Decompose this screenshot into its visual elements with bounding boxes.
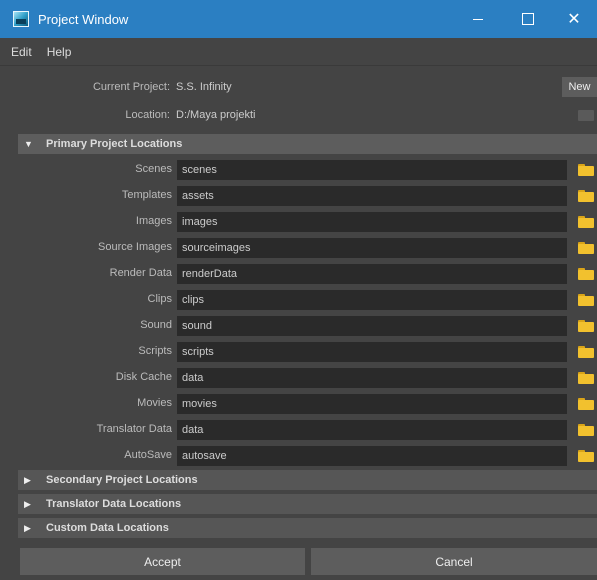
location-row: Translator Data bbox=[0, 420, 597, 440]
collapsed-arrow-icon: ▶ bbox=[24, 474, 31, 485]
folder-icon[interactable] bbox=[578, 242, 594, 254]
location-row: Source Images bbox=[0, 238, 597, 258]
folder-body bbox=[578, 322, 594, 332]
location-row: Sound bbox=[0, 316, 597, 336]
folder-body bbox=[578, 348, 594, 358]
menu-bar: Edit Help bbox=[0, 38, 597, 66]
location-row: Disk Cache bbox=[0, 368, 597, 388]
location-label: Images bbox=[135, 215, 172, 227]
section-custom-locations[interactable]: ▶ Custom Data Locations bbox=[18, 518, 597, 538]
location-label: AutoSave bbox=[124, 449, 172, 461]
section-primary-locations[interactable]: ▼ Primary Project Locations bbox=[18, 134, 597, 154]
folder-icon[interactable] bbox=[578, 372, 594, 384]
location-row: Render Data bbox=[0, 264, 597, 284]
folder-body bbox=[578, 400, 594, 410]
folder-icon[interactable] bbox=[578, 320, 594, 332]
location-input[interactable] bbox=[177, 238, 567, 258]
location-row: AutoSave bbox=[0, 446, 597, 466]
location-row: Images bbox=[0, 212, 597, 232]
location-label: Source Images bbox=[98, 241, 172, 253]
location-label: Scripts bbox=[138, 345, 172, 357]
folder-icon[interactable] bbox=[578, 268, 594, 280]
folder-body bbox=[578, 296, 594, 306]
current-project-label: Current Project: bbox=[92, 81, 170, 93]
new-project-button[interactable]: New bbox=[562, 77, 597, 97]
window-title: Project Window bbox=[38, 11, 129, 27]
maximize-icon bbox=[522, 13, 534, 25]
location-input[interactable] bbox=[177, 186, 567, 206]
close-button[interactable]: ✕ bbox=[551, 0, 597, 38]
folder-body bbox=[578, 218, 594, 228]
folder-body bbox=[578, 166, 594, 176]
folder-icon[interactable] bbox=[578, 294, 594, 306]
location-input[interactable] bbox=[177, 160, 567, 180]
folder-body bbox=[578, 426, 594, 436]
location-label: Clips bbox=[147, 293, 172, 305]
location-input[interactable] bbox=[177, 290, 567, 310]
location-label: Disk Cache bbox=[115, 371, 172, 383]
minimize-icon bbox=[473, 18, 483, 20]
title-bar: Project Window ✕ bbox=[0, 0, 597, 38]
accept-button[interactable]: Accept bbox=[20, 548, 305, 575]
menu-edit[interactable]: Edit bbox=[7, 45, 36, 59]
cancel-button[interactable]: Cancel bbox=[311, 548, 597, 575]
folder-body bbox=[578, 244, 594, 254]
close-icon: ✕ bbox=[567, 11, 581, 28]
location-label: Scenes bbox=[135, 163, 172, 175]
maximize-button[interactable] bbox=[505, 0, 551, 38]
location-input[interactable] bbox=[177, 420, 567, 440]
section-secondary-locations[interactable]: ▶ Secondary Project Locations bbox=[18, 470, 597, 490]
location-input[interactable] bbox=[177, 394, 567, 414]
folder-body bbox=[578, 270, 594, 280]
location-row: Templates bbox=[0, 186, 597, 206]
location-row: Scripts bbox=[0, 342, 597, 362]
location-label: Translator Data bbox=[96, 423, 172, 435]
location-label: Sound bbox=[140, 319, 172, 331]
current-project-value: S.S. Infinity bbox=[176, 81, 232, 93]
location-label: Render Data bbox=[109, 267, 172, 279]
section-translator-locations[interactable]: ▶ Translator Data Locations bbox=[18, 494, 597, 514]
section-title: Translator Data Locations bbox=[46, 498, 182, 510]
location-input[interactable] bbox=[177, 212, 567, 232]
window-controls: ✕ bbox=[455, 0, 597, 38]
location-label: Movies bbox=[137, 397, 172, 409]
folder-icon[interactable] bbox=[578, 216, 594, 228]
minimize-button[interactable] bbox=[455, 0, 501, 38]
expanded-arrow-icon: ▼ bbox=[24, 139, 33, 149]
folder-icon[interactable] bbox=[578, 164, 594, 176]
section-title: Primary Project Locations bbox=[46, 138, 183, 150]
folder-icon[interactable] bbox=[578, 450, 594, 462]
folder-icon[interactable] bbox=[578, 398, 594, 410]
collapsed-arrow-icon: ▶ bbox=[24, 522, 31, 533]
location-row: Movies bbox=[0, 394, 597, 414]
location-label: Templates bbox=[121, 189, 172, 201]
collapsed-arrow-icon: ▶ bbox=[24, 498, 31, 509]
location-input[interactable] bbox=[177, 264, 567, 284]
folder-body bbox=[578, 374, 594, 384]
location-folder-icon[interactable] bbox=[578, 110, 594, 121]
menu-help[interactable]: Help bbox=[43, 45, 76, 59]
section-title: Secondary Project Locations bbox=[46, 474, 198, 486]
folder-body bbox=[578, 452, 594, 462]
folder-body bbox=[578, 192, 594, 202]
location-input[interactable] bbox=[177, 316, 567, 336]
location-value: D:/Maya projekti bbox=[176, 109, 256, 121]
location-row: Scenes bbox=[0, 160, 597, 180]
section-title: Custom Data Locations bbox=[46, 522, 169, 534]
folder-icon[interactable] bbox=[578, 190, 594, 202]
location-input[interactable] bbox=[177, 368, 567, 388]
maya-app-icon bbox=[13, 11, 29, 27]
folder-icon[interactable] bbox=[578, 424, 594, 436]
location-input[interactable] bbox=[177, 342, 567, 362]
location-label: Location: bbox=[125, 109, 170, 121]
folder-icon[interactable] bbox=[578, 346, 594, 358]
location-input[interactable] bbox=[177, 446, 567, 466]
location-row: Clips bbox=[0, 290, 597, 310]
